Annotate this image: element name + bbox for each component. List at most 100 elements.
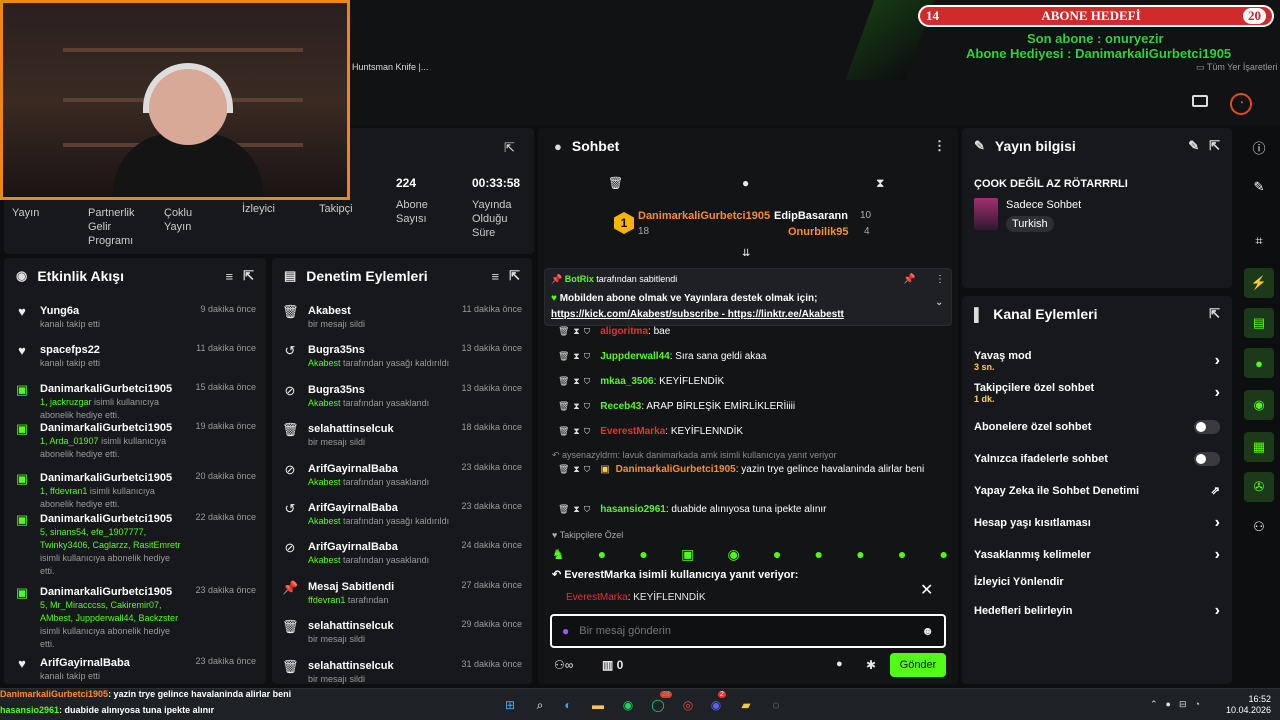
moderation-actor[interactable]: Akabest	[308, 477, 341, 487]
moderation-username[interactable]: selahattinselcuk	[308, 619, 451, 633]
top-gifter-1[interactable]: DanimarkaliGurbetci1905	[638, 210, 770, 222]
mod-action-icons[interactable]: 🗑⧗⛉	[558, 464, 594, 475]
popout-icon[interactable]: ⇱	[509, 268, 520, 284]
chat-icon[interactable]: ●	[1244, 348, 1274, 378]
moderation-username[interactable]: Akabest	[308, 304, 452, 318]
moderation-username[interactable]: selahattinselcuk	[308, 422, 451, 436]
crop-icon[interactable]: ⌗	[1244, 226, 1274, 256]
moderation-item[interactable]: 🗑 selahattinselcuk bir mesajı sildi 18 daki…	[272, 422, 532, 449]
chat-input-field[interactable]	[579, 625, 912, 637]
moderation-item[interactable]: 🗑 selahattinselcuk bir mesajı sildi 29 daki…	[272, 619, 532, 646]
activity-username[interactable]: DanimarkaliGurbetci1905	[40, 585, 185, 599]
activity-username[interactable]: Yung6a	[40, 304, 190, 318]
points-display[interactable]: ▥ 0	[602, 658, 623, 672]
ai-moderation-row[interactable]: Yapay Zeka ile Sohbet Denetimi ⇗	[974, 484, 1220, 498]
activity-item[interactable]: ♥ spacefps22 kanalı takip etti 11 dakika ön…	[4, 343, 266, 370]
moderation-item[interactable]: 🗑 Akabest bir mesajı sildi 11 dakika önce	[272, 304, 532, 331]
stream-category[interactable]: Sadece Sohbet	[1006, 199, 1081, 211]
activity-username[interactable]: DanimarkaliGurbetci1905	[40, 512, 185, 526]
chat-username[interactable]: DanimarkaliGurbetci1905	[616, 464, 736, 475]
pinned-links[interactable]: https://kick.com/Akabest/subscribe - htt…	[551, 309, 844, 320]
top-gifter-3[interactable]: Onurbilik95	[788, 226, 849, 238]
broadcast-icon[interactable]: ◉	[1244, 390, 1274, 420]
mod-action-icons[interactable]: 🗑⧗⛉	[558, 376, 594, 387]
pinned-link-2[interactable]: https://linktr.ee/Akabestt	[728, 309, 844, 320]
chat-input[interactable]: ● ☻	[550, 614, 946, 648]
whatsapp-icon[interactable]: ◯ 28	[648, 691, 672, 715]
popout-icon[interactable]: ⇱	[243, 268, 254, 284]
emoji-icon[interactable]: ☻	[921, 624, 934, 638]
chat-username[interactable]: Juppderwall44	[600, 351, 669, 362]
bookmark-item[interactable]: Huntsman Knife |...	[352, 62, 428, 72]
chrome-icon[interactable]: ◎	[678, 695, 698, 715]
app-icon[interactable]: ◌	[766, 695, 786, 715]
moderation-item[interactable]: 📌 Mesaj Sabitlendi ffdevran1 tarafından 27 …	[272, 580, 532, 607]
activity-item[interactable]: ▣ DanimarkaliGurbetci1905 5, sinans54, efe…	[4, 512, 266, 578]
microphone-icon[interactable]: ●	[562, 624, 569, 638]
moderation-item[interactable]: ↺ ArifGayirnalBaba Akabest tarafından yasa…	[272, 501, 532, 528]
discord-icon[interactable]: ◉ 2	[706, 691, 726, 715]
activity-username[interactable]: ArifGayirnalBaba	[40, 656, 185, 670]
raid-row[interactable]: İzleyici Yönlendir	[974, 576, 1220, 588]
filter-icon[interactable]: ≡	[492, 269, 500, 284]
notes-icon[interactable]: ▤	[1244, 308, 1274, 338]
popout-icon[interactable]: ⇱	[1209, 138, 1220, 154]
moderation-actor[interactable]: Akabest	[308, 398, 341, 408]
file-explorer-icon[interactable]: ▬	[588, 695, 608, 715]
moderation-username[interactable]: selahattinselcuk	[308, 659, 451, 673]
more-icon[interactable]: ⋮	[935, 274, 945, 285]
info-icon[interactable]: ⓘ	[1244, 132, 1274, 162]
start-icon[interactable]: ⊞	[500, 695, 520, 715]
goals-row[interactable]: Hedefleri belirleyin ›	[974, 602, 1220, 620]
spotify-icon[interactable]: ◉	[618, 695, 638, 715]
moderation-item[interactable]: ⊘ ArifGayirnalBaba Akabest tarafından yasa…	[272, 462, 532, 489]
moderation-item[interactable]: ↺ Bugra35ns Akabest tarafından yasağı kald…	[272, 343, 532, 370]
subs-chat-toggle[interactable]	[1194, 420, 1220, 434]
moderation-username[interactable]: Mesaj Sabitlendi	[308, 580, 451, 594]
chat-settings-bubble-icon[interactable]: ●	[836, 658, 843, 670]
users-icon[interactable]: ⚇	[1244, 512, 1274, 542]
kick-logo-icon[interactable]: ◔	[1230, 93, 1252, 115]
chevron-down-icon[interactable]: ⌄	[935, 297, 943, 308]
pinned-by-user[interactable]: BotRix	[565, 274, 594, 284]
popout-icon[interactable]: ⇱	[504, 140, 515, 156]
search-icon[interactable]: ⌕	[530, 695, 550, 715]
chat-message[interactable]: 🗑⧗⛉ EverestMarka: KEYİFLENNDİK	[558, 426, 948, 437]
send-button[interactable]: Gönder	[890, 653, 946, 677]
unpin-icon[interactable]: 📌	[903, 274, 915, 285]
app-icon[interactable]: ▰	[736, 695, 756, 715]
theater-mode-icon[interactable]	[1192, 95, 1208, 107]
mod-action-icons[interactable]: 🗑⧗⛉	[558, 504, 594, 515]
gear-icon[interactable]: ✱	[866, 658, 876, 672]
followers-chat-row[interactable]: Takipçilere özel sohbet 1 dk. ›	[974, 382, 1220, 404]
pencil-icon[interactable]: ✎	[1244, 172, 1274, 202]
activity-item[interactable]: ♥ Yung6a kanalı takip etti 9 dakika önce	[4, 304, 266, 331]
activity-username[interactable]: DanimarkaliGurbetci1905	[40, 471, 185, 485]
wrench-icon[interactable]: ✇	[1244, 472, 1274, 502]
more-icon[interactable]: ⋮	[933, 138, 946, 154]
pinned-link-1[interactable]: https://kick.com/Akabest/subscribe	[551, 309, 719, 320]
moderation-item[interactable]: 🗑 selahattinselcuk bir mesajı sildi 31 daki…	[272, 659, 532, 684]
mod-action-icons[interactable]: 🗑⧗⛉	[558, 401, 594, 412]
system-tray[interactable]: ⌃●⊟◔	[1150, 699, 1208, 710]
slow-mode-row[interactable]: Yavaş mod 3 sn. ›	[974, 350, 1220, 372]
grid-icon[interactable]: ▦	[1244, 432, 1274, 462]
chat-username[interactable]: EverestMarka	[600, 426, 665, 437]
chat-username[interactable]: Receb43	[600, 401, 641, 412]
moderation-actor[interactable]: Akabest	[308, 516, 341, 526]
chat-message[interactable]: 🗑⧗⛉ aligoritma: bae	[558, 326, 948, 337]
mod-action-icons[interactable]: 🗑⧗⛉	[558, 426, 594, 437]
top-gifter-2[interactable]: EdipBasarann	[774, 210, 848, 222]
all-bookmarks-link[interactable]: ▭ Tüm Yer İşaretleri	[1196, 62, 1277, 73]
moderation-username[interactable]: ArifGayirnalBaba	[308, 462, 451, 476]
close-reply-icon[interactable]: ✕	[920, 580, 933, 600]
activity-item[interactable]: ▣ DanimarkaliGurbetci1905 5, Mr_Miracccss,…	[4, 585, 266, 651]
chat-username[interactable]: hasansio2961	[600, 504, 666, 515]
chat-username[interactable]: aligoritma	[600, 326, 648, 337]
banned-words-row[interactable]: Yasaklanmış kelimeler ›	[974, 546, 1220, 564]
account-age-row[interactable]: Hesap yaşı kısıtlaması ›	[974, 514, 1220, 532]
chat-message[interactable]: 🗑⧗⛉ Receb43: ARAP BİRLEŞİK EMİRLİKLERİiii…	[558, 401, 948, 412]
chat-message[interactable]: 🗑⧗⛉ mkaa_3506: KEYİFLENDİK	[558, 376, 948, 387]
collapse-icon[interactable]: ⇊	[742, 248, 750, 259]
users-icon[interactable]: ⚇∞	[554, 658, 573, 672]
